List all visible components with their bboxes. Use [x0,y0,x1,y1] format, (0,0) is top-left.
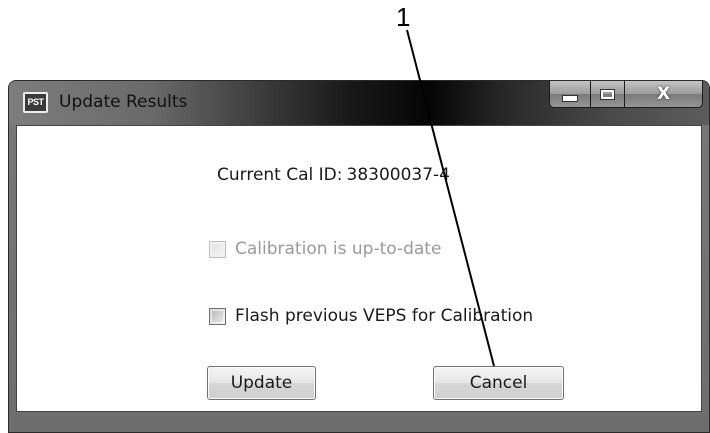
cal-id-value: 38300037-4 [346,165,450,185]
minimize-button[interactable] [549,81,591,108]
figure-stage: 1 PST Update Results X Current Cal ID: 38… [0,0,710,433]
calibration-up-to-date-option: Calibration is up-to-date [209,239,441,259]
caption-buttons: X [549,81,703,108]
close-button[interactable]: X [625,81,703,108]
callout-number: 1 [396,2,411,32]
app-icon: PST [23,92,48,113]
update-results-window: PST Update Results X Current Cal ID: 3830… [8,80,710,433]
flash-previous-veps-option[interactable]: Flash previous VEPS for Calibration [209,306,533,326]
window-title: Update Results [59,92,188,112]
calibration-up-to-date-label: Calibration is up-to-date [235,239,442,259]
close-icon: X [656,84,671,104]
flash-previous-veps-checkbox[interactable] [209,307,226,325]
calibration-up-to-date-checkbox [209,240,226,258]
maximize-button[interactable] [591,81,625,108]
minimize-icon [562,95,578,102]
update-button[interactable]: Update [207,366,316,400]
dialog-client-area: Current Cal ID: 38300037-4 Calibration is… [16,125,702,412]
flash-previous-veps-label[interactable]: Flash previous VEPS for Calibration [235,306,533,326]
cal-id-label: Current Cal ID: [217,165,343,185]
maximize-icon [600,88,615,100]
current-cal-id: Current Cal ID: 38300037-4 [217,165,450,185]
cancel-button[interactable]: Cancel [433,366,564,400]
title-bar[interactable]: PST Update Results X [9,81,709,125]
